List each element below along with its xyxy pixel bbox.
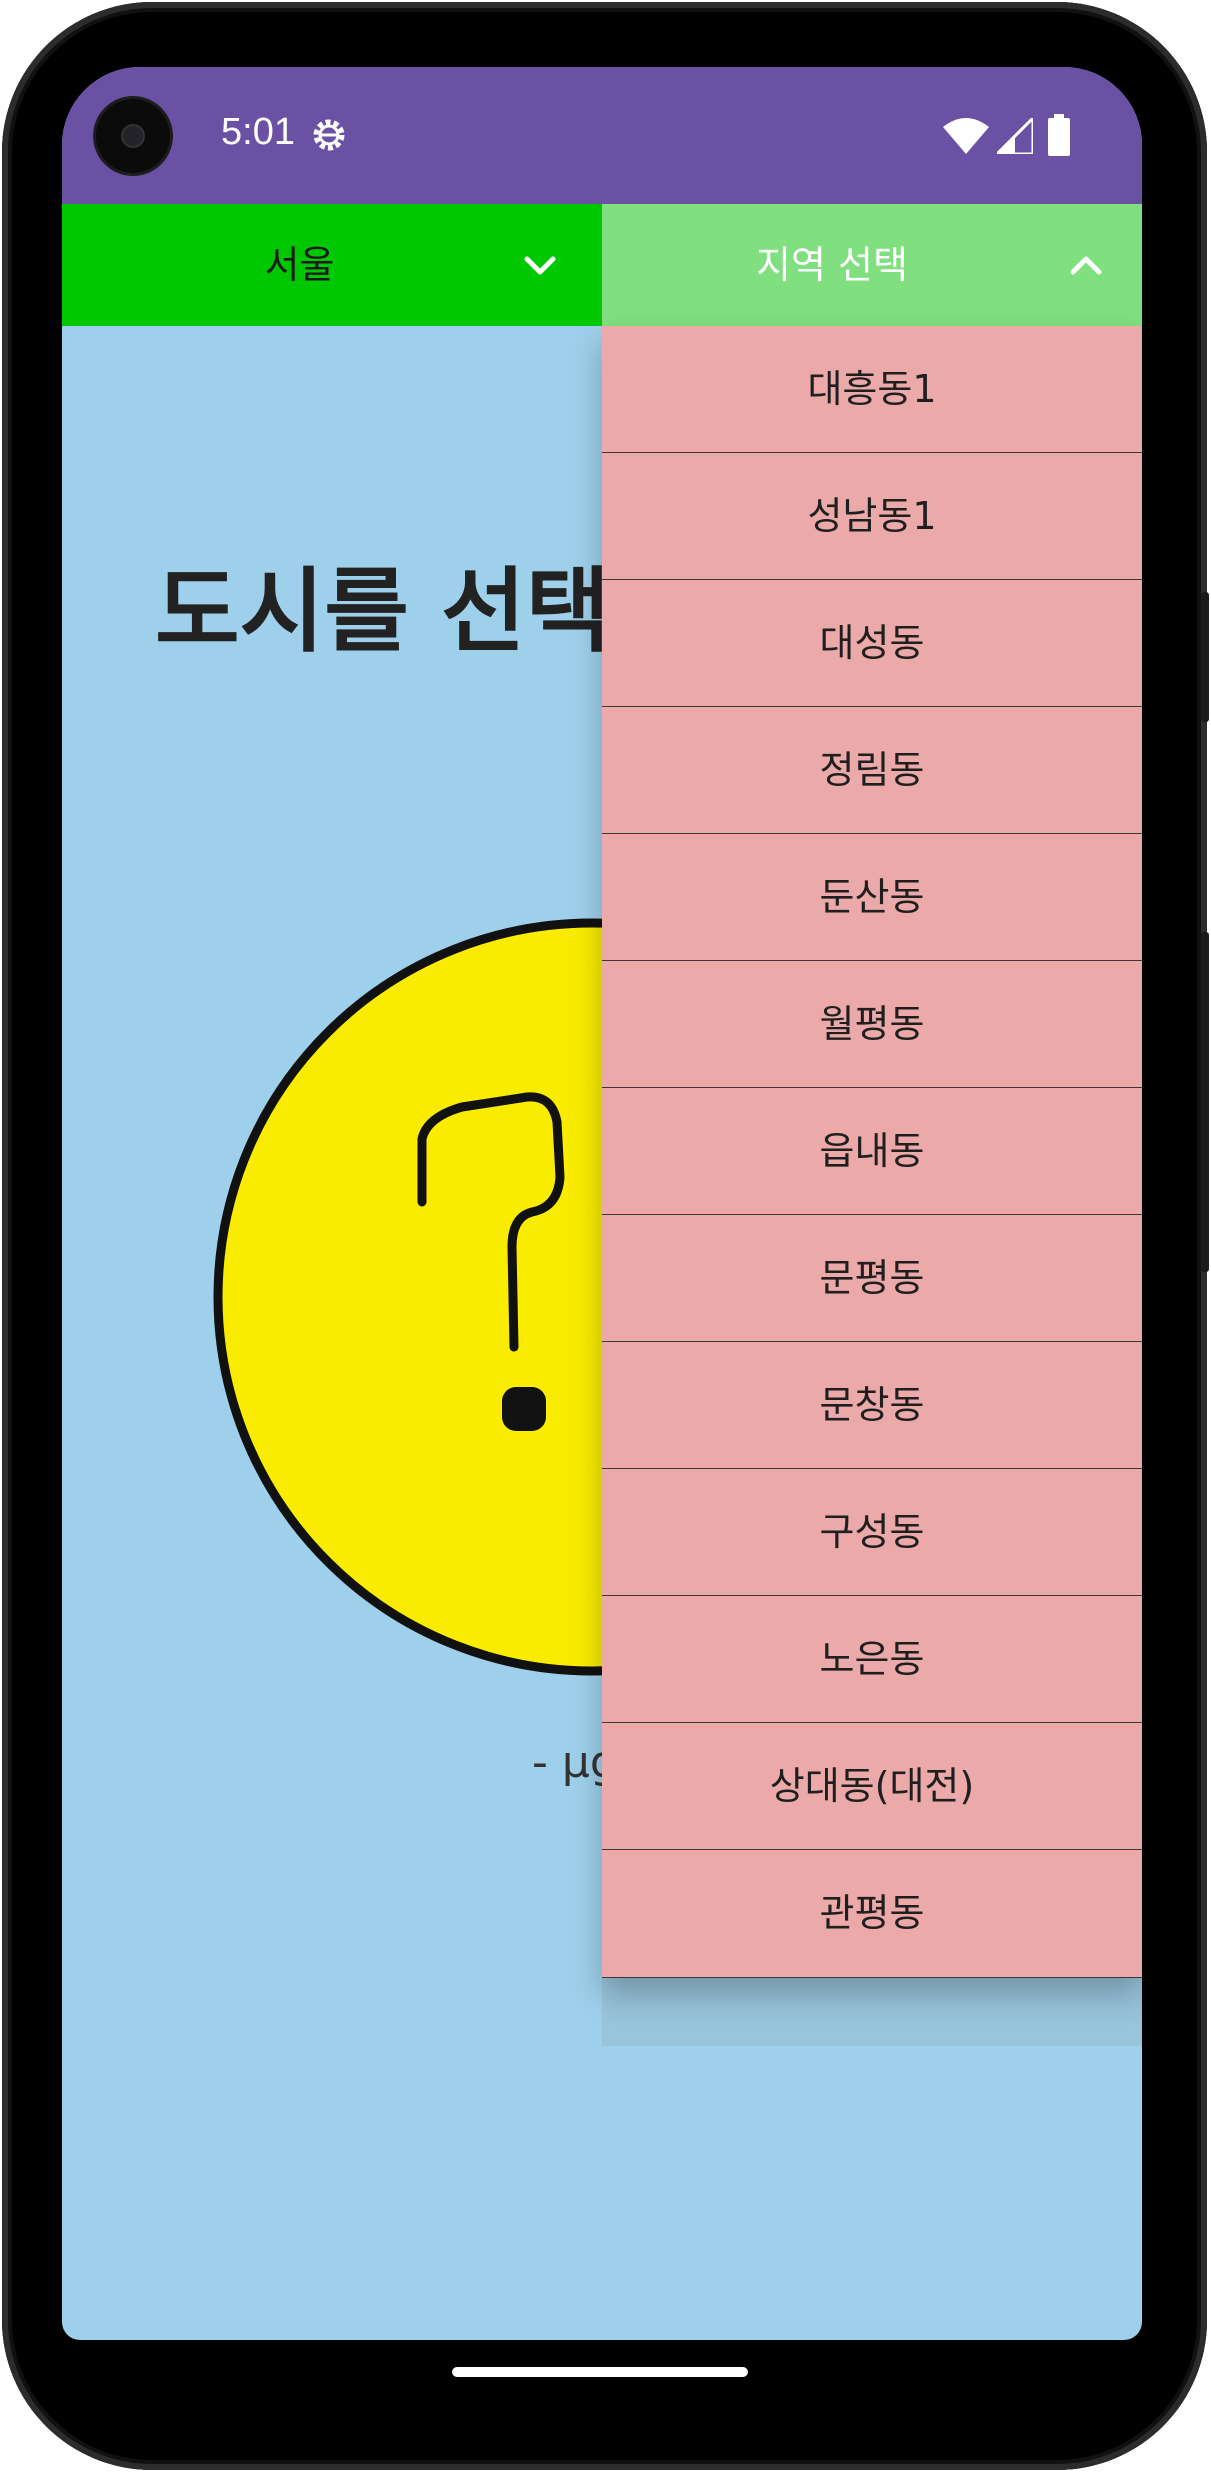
dropdown-item[interactable]: 상대동(대전) <box>602 1723 1142 1850</box>
signal-icon <box>997 118 1033 154</box>
region-spinner[interactable]: 지역 선택 <box>602 204 1142 326</box>
dropdown-item[interactable]: 노은동 <box>602 1596 1142 1723</box>
dropdown-item[interactable]: 정림동 <box>602 707 1142 834</box>
battery-icon <box>1048 114 1070 156</box>
dropdown-item[interactable]: 읍내동 <box>602 1088 1142 1215</box>
region-dropdown-list: 대흥동1 성남동1 대성동 정림동 둔산동 월평동 읍내동 문평동 문창동 구성… <box>602 326 1142 1978</box>
city-spinner[interactable]: 서울 <box>62 204 602 326</box>
dropdown-item[interactable]: 성남동1 <box>602 453 1142 580</box>
status-bar: 5:01 <box>62 67 1142 204</box>
volume-button <box>1201 932 1209 1272</box>
chevron-up-icon <box>1070 256 1102 275</box>
city-spinner-label: 서울 <box>264 243 335 287</box>
power-button <box>1201 592 1209 722</box>
chevron-down-icon <box>524 256 556 275</box>
dropdown-item[interactable]: 관평동 <box>602 1850 1142 1978</box>
dropdown-item[interactable]: 둔산동 <box>602 834 1142 961</box>
dropdown-item[interactable]: 월평동 <box>602 961 1142 1088</box>
dropdown-item[interactable]: 대성동 <box>602 580 1142 707</box>
status-time: 5:01 <box>221 111 295 153</box>
dropdown-item[interactable]: 문평동 <box>602 1215 1142 1342</box>
settings-gear-icon <box>313 119 345 151</box>
wifi-icon <box>943 118 989 154</box>
region-spinner-label: 지역 선택 <box>756 243 908 287</box>
dropdown-item[interactable]: 문창동 <box>602 1342 1142 1469</box>
phone-frame: 5:01 서울 지역 선택 도시를 선택 - µg 대흥동1 성남동1 대성동 … <box>2 2 1209 2470</box>
dropdown-item[interactable]: 구성동 <box>602 1469 1142 1596</box>
dropdown-item[interactable]: 대흥동1 <box>602 326 1142 453</box>
page-title: 도시를 선택 <box>155 558 611 665</box>
screen: 5:01 서울 지역 선택 도시를 선택 - µg 대흥동1 성남동1 대성동 … <box>62 67 1142 2340</box>
home-gesture-handle[interactable] <box>452 2367 748 2377</box>
front-camera <box>96 99 170 173</box>
